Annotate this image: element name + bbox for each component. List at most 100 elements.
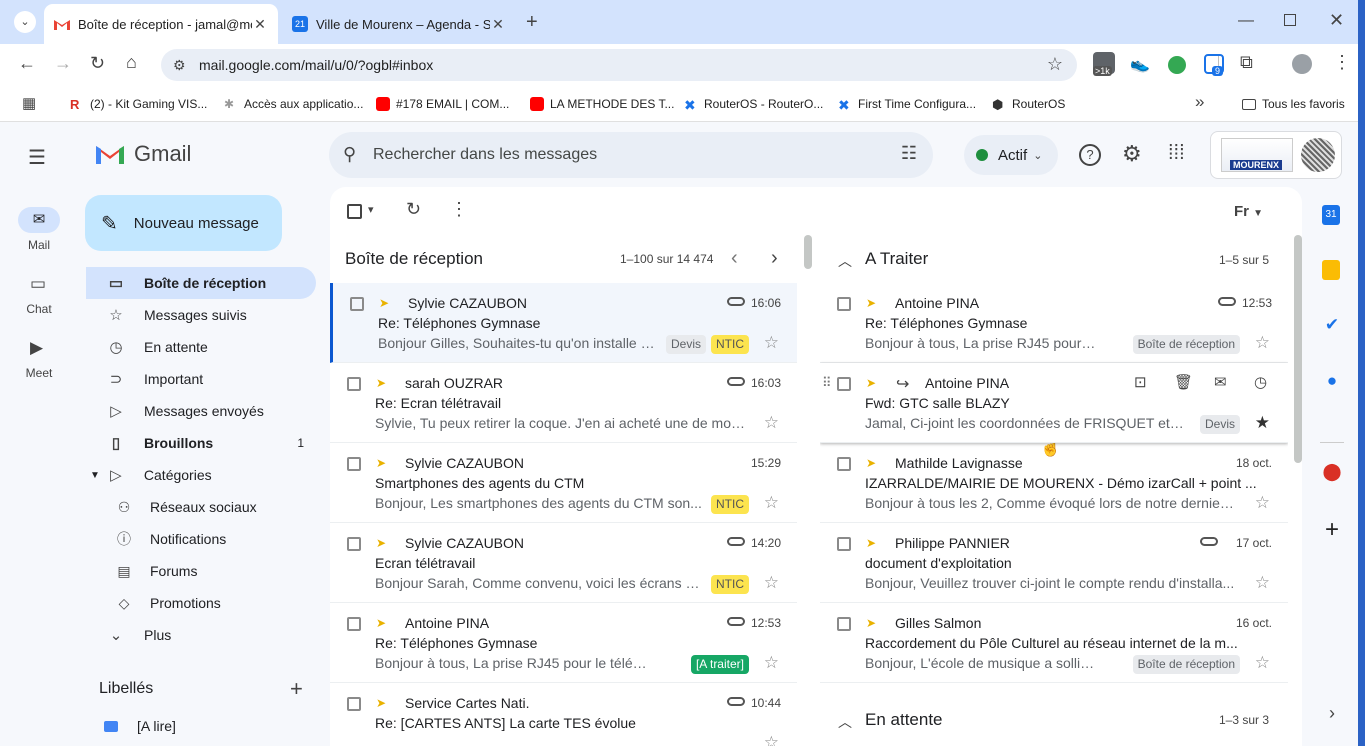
star-icon[interactable]: ☆ xyxy=(1255,333,1270,353)
main-menu-icon[interactable]: ☰ xyxy=(28,145,46,170)
gmail-logo[interactable]: Gmail xyxy=(94,141,191,167)
mail-icon[interactable]: ✉ xyxy=(18,207,60,233)
addon-icon[interactable]: ⬤ xyxy=(1321,462,1343,484)
row-checkbox[interactable] xyxy=(347,617,361,631)
next-page-icon[interactable]: › xyxy=(771,247,778,270)
email-label[interactable]: NTIC xyxy=(711,495,749,514)
star-icon[interactable]: ☆ xyxy=(1255,573,1270,593)
apps-grid-icon[interactable]: ▦ xyxy=(22,94,36,112)
account-logo[interactable]: MOURENX xyxy=(1210,131,1342,179)
star-icon[interactable]: ☆ xyxy=(764,333,779,353)
star-icon[interactable]: ☆ xyxy=(764,413,779,433)
importance-marker-icon[interactable]: ➤ xyxy=(866,536,876,550)
row-checkbox[interactable] xyxy=(347,537,361,551)
reload-icon[interactable]: ↻ xyxy=(90,53,105,74)
expand-side-panel-icon[interactable]: › xyxy=(1321,703,1343,725)
search-icon[interactable]: ⚲ xyxy=(343,144,356,165)
site-settings-icon[interactable]: ⚙ xyxy=(173,57,186,74)
importance-marker-icon[interactable]: ➤ xyxy=(866,456,876,470)
importance-marker-icon[interactable]: ➤ xyxy=(866,616,876,630)
row-checkbox[interactable] xyxy=(347,377,361,391)
row-checkbox[interactable] xyxy=(837,457,851,471)
email-label[interactable]: Devis xyxy=(1199,415,1240,434)
shoe-extension-icon[interactable]: 👟 xyxy=(1130,54,1150,74)
nav-social[interactable]: ⚇ Réseaux sociaux xyxy=(86,491,316,523)
email-label[interactable]: Boîte de réception xyxy=(1132,335,1240,354)
importance-marker-icon[interactable]: ➤ xyxy=(376,536,386,550)
nav-snoozed[interactable]: ◷ En attente xyxy=(86,331,316,363)
row-checkbox[interactable] xyxy=(347,457,361,471)
label-a-lire[interactable]: [A lire] xyxy=(137,718,176,734)
status-button[interactable]: Actif ⌄ xyxy=(964,135,1058,175)
row-checkbox[interactable] xyxy=(837,617,851,631)
google-apps-icon[interactable]: ⁞⁞⁞ xyxy=(1168,142,1185,165)
email-row[interactable]: ➤ Sylvie CAZAUBON 15:29 Smartphones des age… xyxy=(330,443,797,523)
search-options-icon[interactable]: ☷ xyxy=(901,143,917,164)
chat-icon[interactable]: ▭ xyxy=(30,274,46,294)
nav-forums[interactable]: ▤ Forums xyxy=(86,555,316,587)
star-icon[interactable]: ☆ xyxy=(764,493,779,513)
archive-icon[interactable]: ⊡ xyxy=(1134,373,1147,391)
home-icon[interactable]: ⌂ xyxy=(126,52,137,73)
add-label-icon[interactable]: + xyxy=(290,676,303,702)
email-row[interactable]: ➤ Gilles Salmon 16 oct. Raccordement du Pôl… xyxy=(820,603,1288,683)
bookmarks-more-button[interactable]: » xyxy=(1195,92,1204,112)
inbox-scrollbar[interactable] xyxy=(804,235,812,269)
nav-important[interactable]: ⊃ Important xyxy=(86,363,316,395)
rail-meet-label[interactable]: Meet xyxy=(14,366,64,380)
email-row[interactable]: ➤ sarah OUZRAR 16:03 Re: Ecran télétravail S… xyxy=(330,363,797,443)
star-icon[interactable]: ☆ xyxy=(1255,493,1270,513)
star-icon[interactable]: ★ xyxy=(1255,413,1270,433)
star-icon[interactable]: ☆ xyxy=(764,653,779,673)
traiter-scrollbar[interactable] xyxy=(1294,235,1302,463)
select-all-checkbox[interactable] xyxy=(347,204,362,219)
nav-drafts[interactable]: ▯ Brouillons 1 xyxy=(86,427,316,459)
rail-chat-label[interactable]: Chat xyxy=(14,302,64,316)
nav-categories[interactable]: ▼ ▷ Catégories xyxy=(86,459,316,491)
bookmark-star-icon[interactable]: ☆ xyxy=(1047,54,1063,75)
star-icon[interactable]: ☆ xyxy=(764,733,779,746)
settings-gear-icon[interactable]: ⚙ xyxy=(1122,141,1142,167)
close-tab-icon[interactable]: ✕ xyxy=(252,16,268,33)
nav-inbox[interactable]: ▭ Boîte de réception xyxy=(86,267,316,299)
compose-button[interactable]: ✎ Nouveau message xyxy=(85,195,282,251)
bookmark-item[interactable]: #178 EMAIL | COM... xyxy=(376,94,509,114)
nav-more[interactable]: ⌄ Plus xyxy=(86,619,316,651)
bookmark-item[interactable]: ⬢ RouterOS xyxy=(992,94,1065,114)
row-checkbox[interactable] xyxy=(350,297,364,311)
close-tab-icon[interactable]: ✕ xyxy=(490,16,506,33)
select-dropdown-icon[interactable]: ▾ xyxy=(368,203,374,216)
importance-marker-icon[interactable]: ➤ xyxy=(376,616,386,630)
email-label[interactable]: NTIC xyxy=(711,575,749,594)
star-icon[interactable]: ☆ xyxy=(1255,653,1270,673)
search-input[interactable]: ⚲ Rechercher dans les messages ☷ xyxy=(329,132,933,178)
email-row[interactable]: ➤ Service Cartes Nati. 10:44 Re: [CARTES AN… xyxy=(330,683,797,746)
collapse-section-icon[interactable]: ︿ xyxy=(838,251,852,271)
row-checkbox[interactable] xyxy=(837,537,851,551)
maximize-icon[interactable] xyxy=(1284,14,1296,26)
rail-mail-label[interactable]: Mail xyxy=(14,238,64,252)
all-bookmarks[interactable]: Tous les favoris xyxy=(1242,94,1345,114)
more-actions-icon[interactable]: ⋮ xyxy=(450,199,468,220)
email-label[interactable]: Boîte de réception xyxy=(1132,655,1240,674)
row-checkbox[interactable] xyxy=(347,697,361,711)
calendar-icon[interactable]: 31 xyxy=(1322,205,1340,225)
email-label[interactable]: NTIC xyxy=(711,335,749,354)
row-checkbox[interactable] xyxy=(837,377,851,391)
bookmark-item[interactable]: R (2) - Kit Gaming VIS... xyxy=(70,94,207,114)
importance-marker-icon[interactable]: ➤ xyxy=(379,296,389,310)
star-icon[interactable]: ☆ xyxy=(764,573,779,593)
email-row[interactable]: ➤ ↪ Antoine PINA ⊡ 🗑 ✉ ◷ ⠿ Fwd: GTC salle BLAZY D… xyxy=(820,363,1288,443)
add-addon-icon[interactable]: + xyxy=(1321,516,1343,543)
importance-marker-icon[interactable]: ➤ xyxy=(376,696,386,710)
collapse-section-icon[interactable]: ︿ xyxy=(838,712,852,732)
extensions-puzzle-icon[interactable]: ⧉ xyxy=(1240,52,1253,73)
nav-sent[interactable]: ▷ Messages envoyés xyxy=(86,395,316,427)
prev-page-icon[interactable]: ‹ xyxy=(731,247,738,270)
extension-green-icon[interactable] xyxy=(1168,56,1186,74)
importance-marker-icon[interactable]: ➤ xyxy=(866,296,876,310)
nav-notifications[interactable]: ⓘ Notifications xyxy=(86,523,316,555)
refresh-icon[interactable]: ↻ xyxy=(406,199,421,220)
delete-icon[interactable]: 🗑 xyxy=(1174,373,1193,391)
email-row[interactable]: ➤ Antoine PINA 12:53 Re: Téléphones Gymnase… xyxy=(330,603,797,683)
